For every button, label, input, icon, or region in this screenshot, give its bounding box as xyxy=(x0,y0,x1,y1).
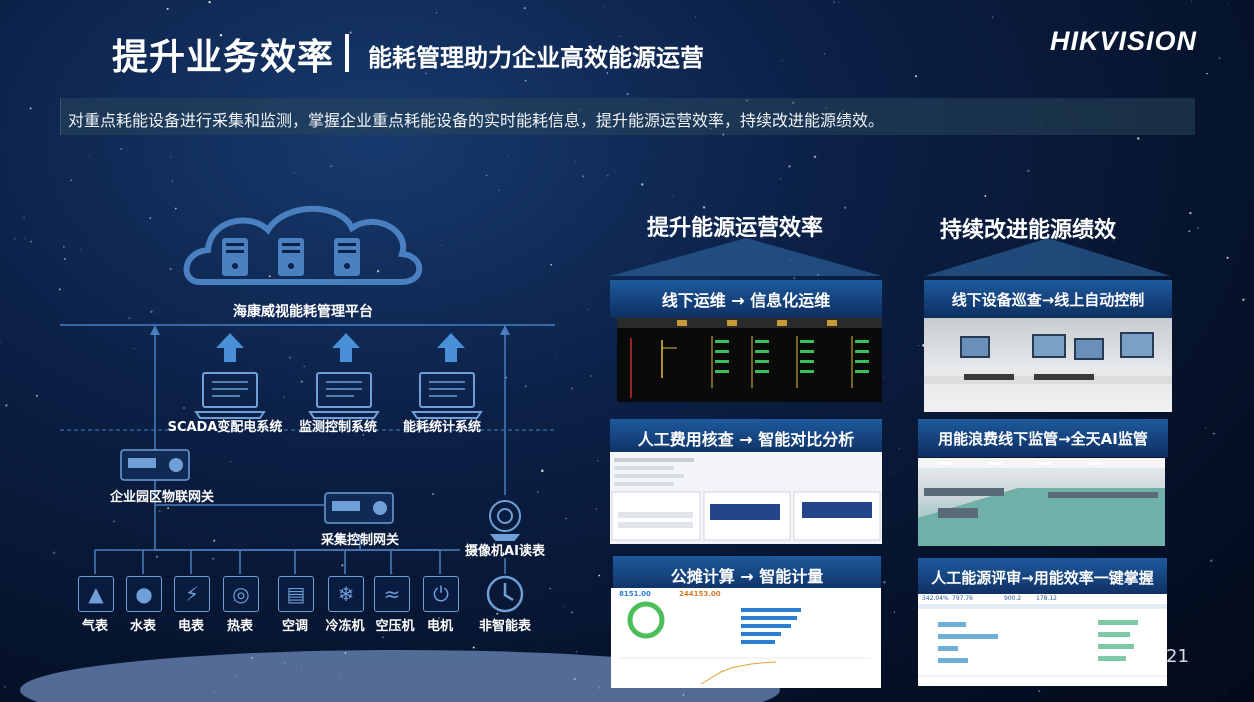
title-divider xyxy=(345,34,349,72)
stat-value-d: 797.76 xyxy=(952,595,973,602)
page-title: 提升业务效率 xyxy=(112,37,335,78)
meter-label-motor: 电机 xyxy=(426,619,453,634)
electric-meter-icon: ⚡ xyxy=(174,576,210,612)
left-column-arrow xyxy=(610,238,882,276)
park-gateway-icon xyxy=(120,449,190,481)
description-text: 对重点耗能设备进行采集和监测，掌握企业重点耗能设备的实时能耗信息，提升能源运营效… xyxy=(68,111,885,130)
metering-screenshot: 8151.00 244153.00 xyxy=(611,588,881,688)
collect-gateway-label: 采集控制网关 xyxy=(320,533,399,548)
card-device-patrol: 线下设备巡查→线上自动控制 xyxy=(924,280,1172,318)
system-label-stats: 能耗统计系统 xyxy=(402,420,481,435)
right-column-arrow xyxy=(925,238,1171,276)
meter-label-electric: 电表 xyxy=(177,619,204,634)
factory-floor-photo xyxy=(918,458,1165,546)
stat-value-c: 342.04% xyxy=(922,595,949,602)
stat-value-b: 244153.00 xyxy=(679,590,721,598)
stat-value-f: 178.12 xyxy=(1036,595,1057,602)
air-compressor-icon: ≈ xyxy=(374,576,410,612)
stat-value-a: 8151.00 xyxy=(619,590,651,598)
heat-meter-icon: ◎ xyxy=(223,576,259,612)
card-efficiency-review: 人工能源评审→用能效率一键掌握 xyxy=(918,558,1167,596)
card-offline-maintenance: 线下运维 → 信息化运维 xyxy=(610,280,882,318)
control-room-photo xyxy=(924,318,1172,412)
motor-icon: ⏻ xyxy=(423,576,459,612)
page-subtitle: 能耗管理助力企业高效能源运营 xyxy=(368,44,704,72)
card-ai-supervision: 用能浪费线下监管→全天AI监管 xyxy=(918,419,1168,457)
clock-icon xyxy=(486,575,524,613)
air-conditioner-icon: ▤ xyxy=(278,576,314,612)
park-gateway-label: 企业园区物联网关 xyxy=(109,490,214,505)
freezer-icon: ❄ xyxy=(328,576,364,612)
meter-label-water: 水表 xyxy=(129,619,156,634)
efficiency-dashboard-screenshot: 342.04% 797.76 900.2 178.12 xyxy=(918,594,1167,686)
meter-label-heat: 热表 xyxy=(226,619,253,634)
meter-label-ac: 空调 xyxy=(281,619,308,634)
meter-label-freezer: 冷冻机 xyxy=(325,619,365,634)
cost-analysis-screenshot xyxy=(610,452,882,544)
meter-label-compressor: 空压机 xyxy=(375,619,415,634)
platform-label: 海康威视能耗管理平台 xyxy=(233,304,373,320)
page-number: 21 xyxy=(1166,646,1189,667)
system-label-monitor: 监测控制系统 xyxy=(298,420,377,435)
camera-label: 摄像机AI读表 xyxy=(465,544,545,559)
scada-screenshot xyxy=(617,318,882,402)
stat-value-e: 900.2 xyxy=(1004,595,1022,602)
system-label-scada: SCADA变配电系统 xyxy=(167,420,283,435)
meter-label-nonsmart: 非智能表 xyxy=(478,619,531,634)
meter-label-gas: 气表 xyxy=(81,619,108,634)
camera-icon xyxy=(489,500,521,541)
gas-meter-icon: ▲ xyxy=(78,576,114,612)
upload-arrows xyxy=(216,333,465,362)
collect-gateway-icon xyxy=(324,492,394,524)
hikvision-logo: HIKVISION xyxy=(1050,26,1198,56)
water-meter-icon: ● xyxy=(126,576,162,612)
